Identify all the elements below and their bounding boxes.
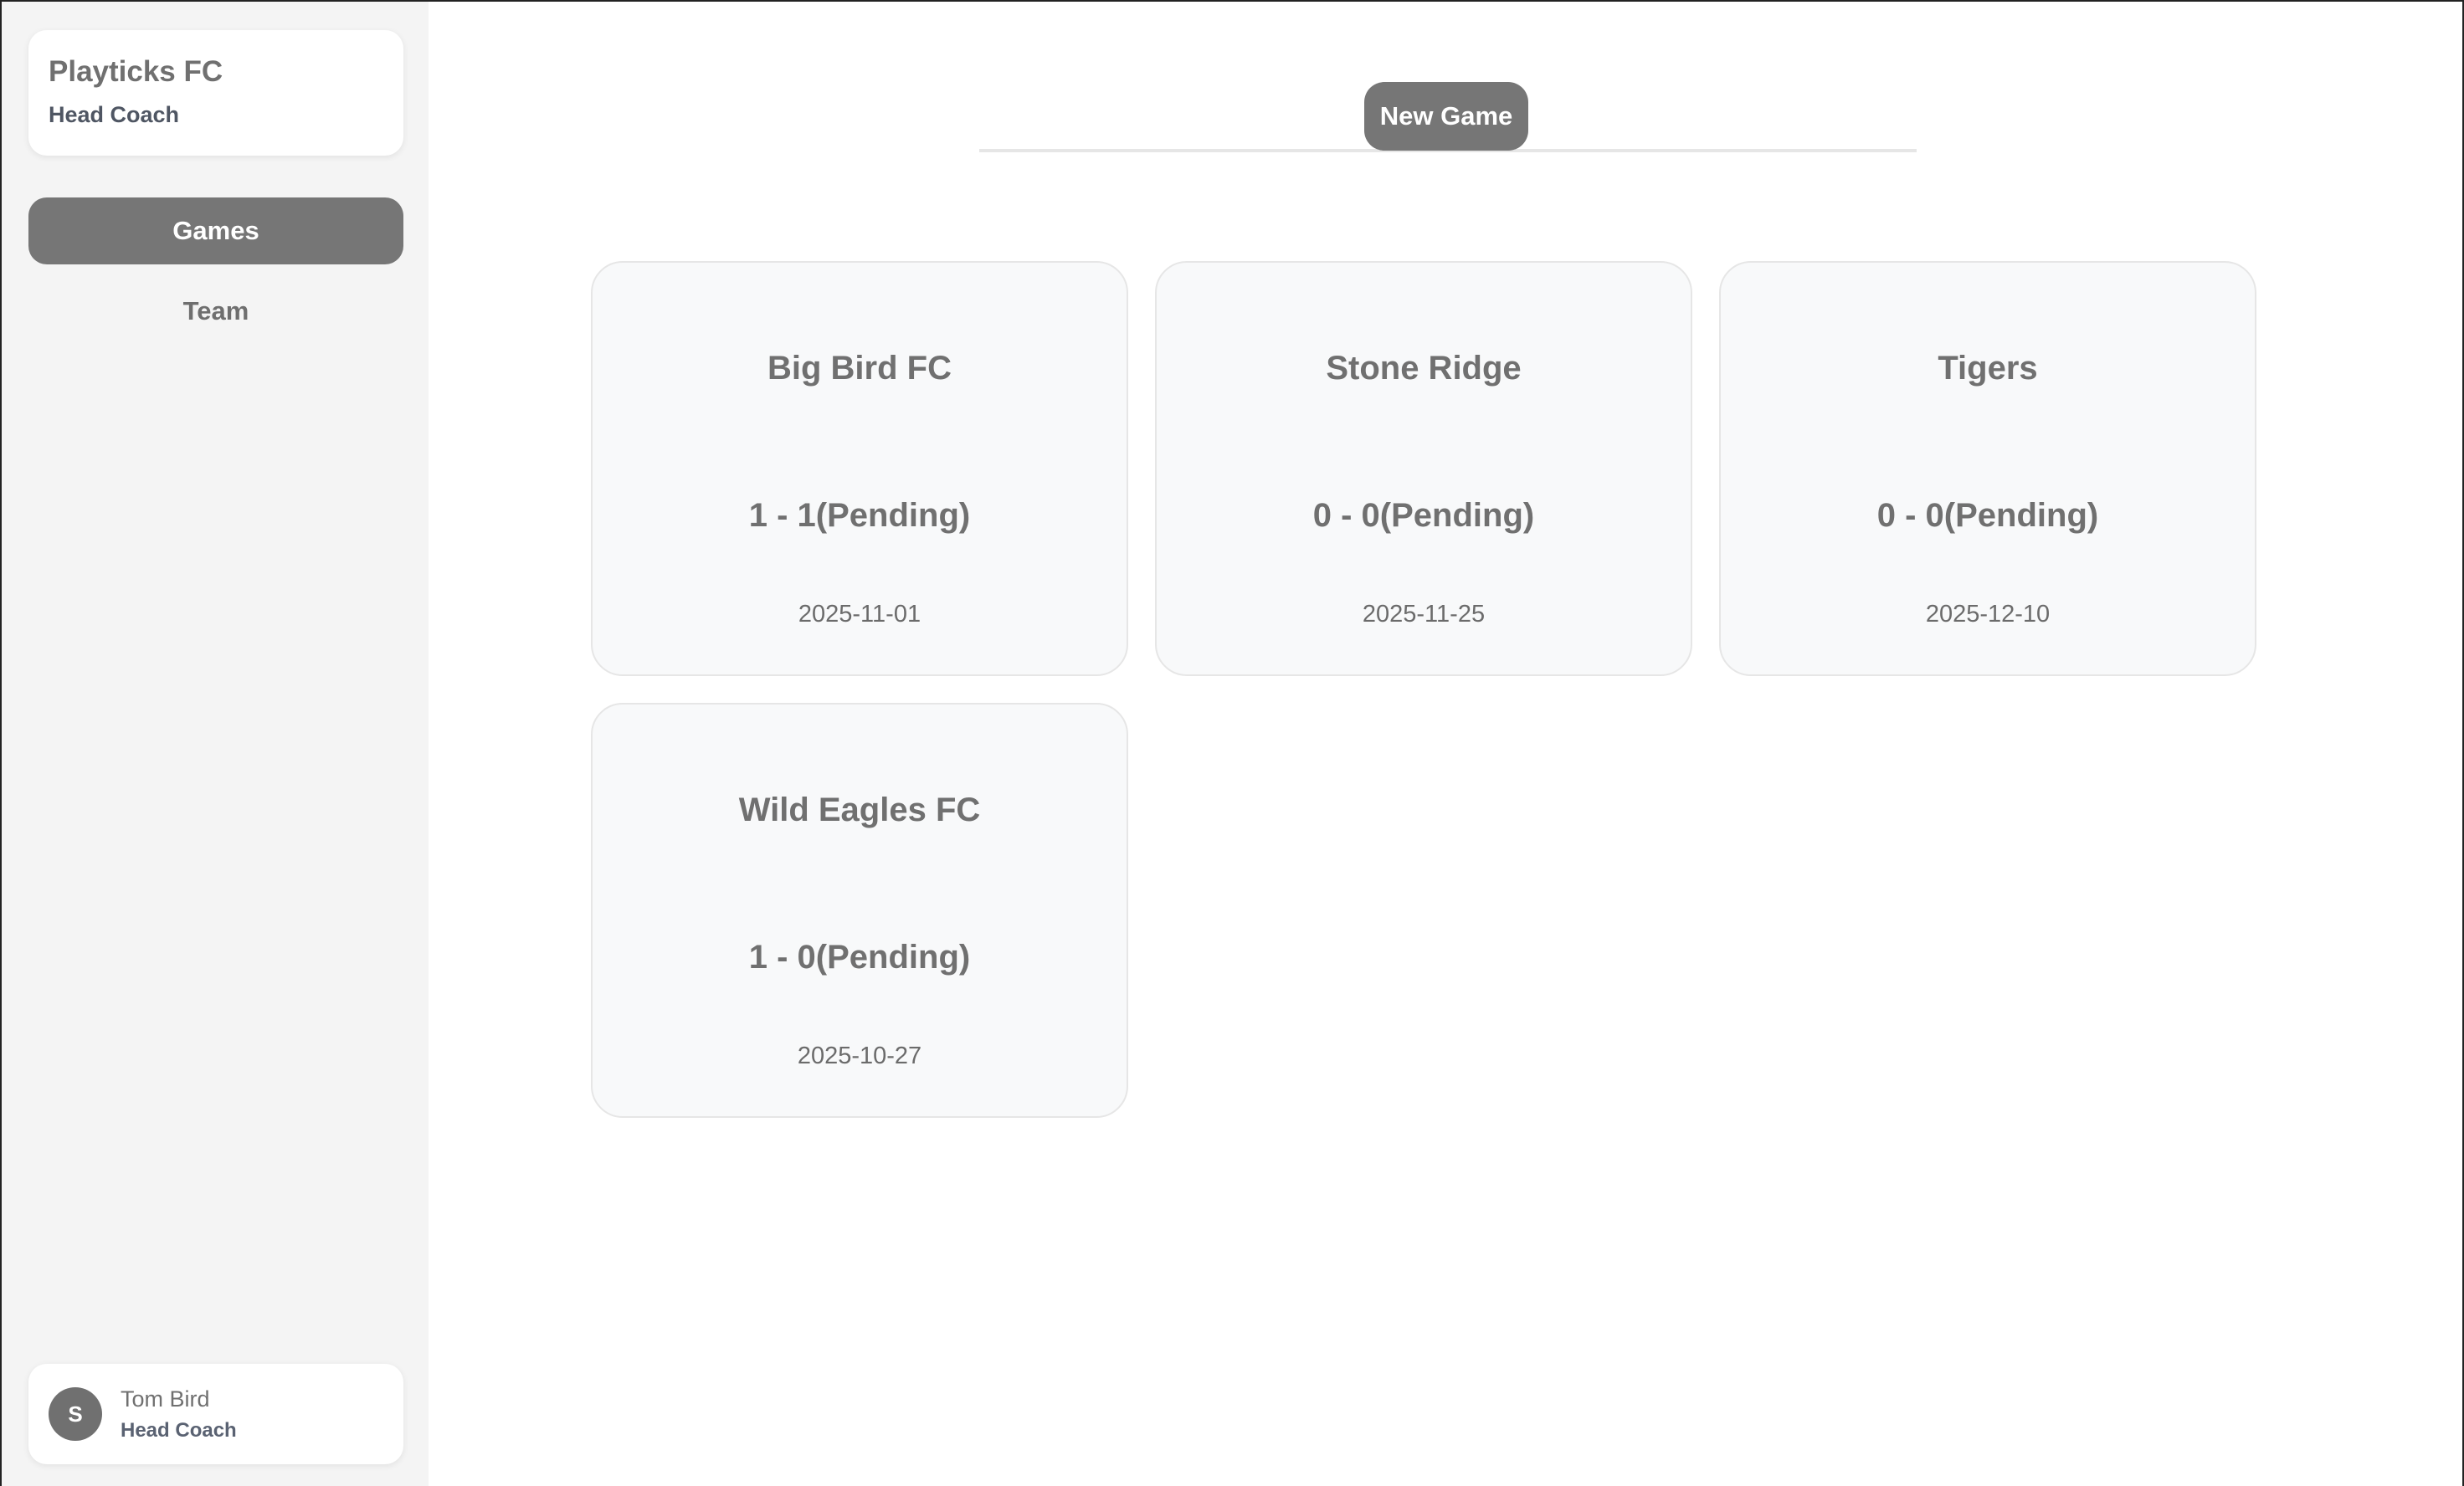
new-game-button[interactable]: New Game bbox=[1364, 82, 1528, 151]
club-role: Head Coach bbox=[49, 102, 180, 127]
brand-card: Playticks FC Head Coach bbox=[28, 30, 403, 156]
game-opponent: Wild Eagles FC bbox=[738, 792, 981, 828]
game-opponent: Big Bird FC bbox=[767, 350, 952, 387]
game-card[interactable]: Big Bird FC 1 - 1(Pending) 2025-11-01 bbox=[591, 261, 1128, 676]
game-score: 0 - 0(Pending) bbox=[1312, 497, 1535, 534]
game-date: 2025-11-01 bbox=[798, 601, 921, 628]
game-date: 2025-10-27 bbox=[797, 1043, 922, 1069]
sidebar: Playticks FC Head Coach Games Team S Tom… bbox=[2, 2, 429, 1486]
avatar: S bbox=[49, 1387, 102, 1441]
sidebar-item-games[interactable]: Games bbox=[28, 197, 403, 264]
game-score: 1 - 0(Pending) bbox=[748, 939, 971, 976]
game-card[interactable]: Wild Eagles FC 1 - 0(Pending) 2025-10-27 bbox=[591, 703, 1128, 1118]
game-date: 2025-11-25 bbox=[1362, 601, 1486, 628]
game-date: 2025-12-10 bbox=[1925, 601, 2051, 628]
game-score: 1 - 1(Pending) bbox=[748, 497, 971, 534]
app-window: Playticks FC Head Coach Games Team S Tom… bbox=[0, 0, 2464, 1486]
user-info: Tom Bird Head Coach bbox=[121, 1386, 237, 1442]
game-opponent: Stone Ridge bbox=[1326, 350, 1522, 387]
game-opponent: Tigers bbox=[1938, 350, 2038, 387]
game-score: 0 - 0(Pending) bbox=[1876, 497, 2099, 534]
game-card[interactable]: Tigers 0 - 0(Pending) 2025-12-10 bbox=[1719, 261, 2256, 676]
user-card[interactable]: S Tom Bird Head Coach bbox=[28, 1364, 403, 1464]
sidebar-item-team[interactable]: Team bbox=[28, 278, 403, 345]
club-name: Playticks FC bbox=[49, 55, 223, 88]
games-main: New Game Big Bird FC 1 - 1(Pending) 2025… bbox=[429, 2, 2462, 1486]
user-name: Tom Bird bbox=[121, 1386, 210, 1412]
user-role: Head Coach bbox=[121, 1418, 237, 1442]
game-card[interactable]: Stone Ridge 0 - 0(Pending) 2025-11-25 bbox=[1155, 261, 1692, 676]
